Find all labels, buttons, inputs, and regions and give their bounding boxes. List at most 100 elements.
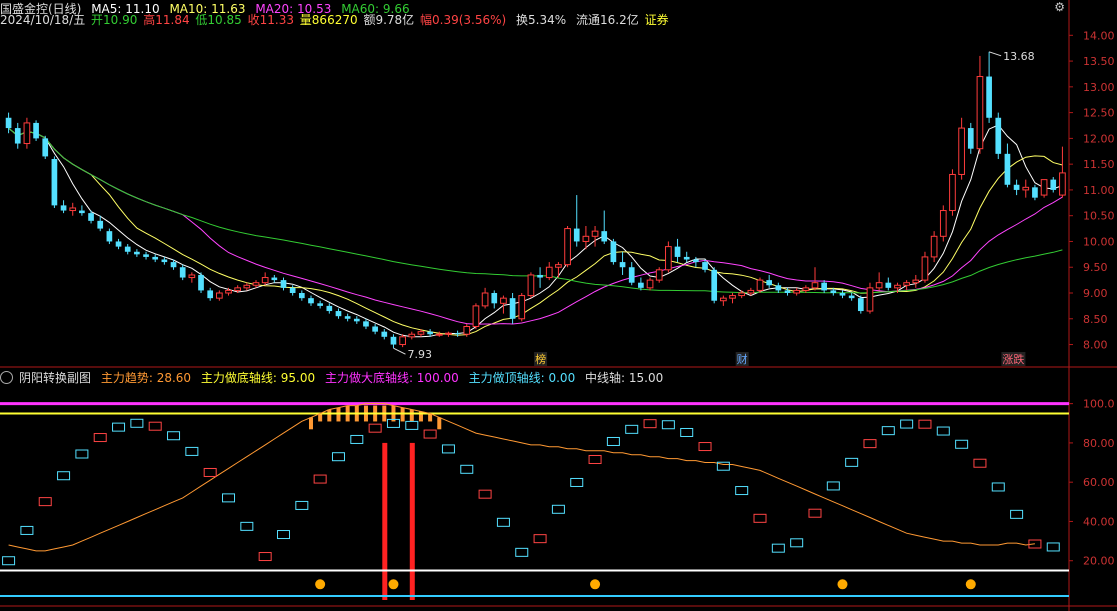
settings-gear-icon[interactable]: ⚙ <box>1054 0 1065 14</box>
candle-body <box>472 305 480 327</box>
price-tick-label: 9.50 <box>1083 261 1108 274</box>
candle-body <box>1040 179 1048 196</box>
strength-bar <box>327 409 332 422</box>
candle-body <box>252 282 260 286</box>
low-pointer <box>393 347 406 355</box>
candle-body <box>839 293 846 296</box>
candle-body <box>289 287 296 293</box>
signal-box <box>680 427 694 437</box>
price-tick-label: 13.00 <box>1083 81 1115 94</box>
signal-box <box>20 525 34 535</box>
candle-body <box>655 269 663 281</box>
signal-box <box>75 449 89 459</box>
candle-body <box>711 269 718 301</box>
candle-body <box>601 231 608 242</box>
high-label: 高11.84 <box>143 13 190 27</box>
price-tick-label: 12.00 <box>1083 132 1115 145</box>
signal-box <box>2 556 16 566</box>
big-bottom-axis-label: 主力做大底轴线: 100.00 <box>324 371 459 385</box>
candle-body <box>1004 153 1011 185</box>
candle-body <box>674 246 681 257</box>
ma10-line <box>8 127 1063 336</box>
quote-header: 2024/10/18/五 开10.90 高11.84 低10.85 收11.33… <box>0 11 675 28</box>
volume-label: 量866270 <box>299 13 358 27</box>
candle-body <box>481 292 489 307</box>
signal-box <box>735 486 749 496</box>
signal-box <box>533 534 547 544</box>
candle-body <box>537 274 543 278</box>
sub-tick-label: 60.00 <box>1083 476 1115 489</box>
sub-tick-label: 40.00 <box>1083 515 1115 528</box>
candle-body <box>463 326 471 335</box>
buy-dot <box>590 579 601 590</box>
signal-box <box>790 538 804 548</box>
candle-body <box>747 289 755 294</box>
trend-line <box>8 403 1035 552</box>
signal-box <box>625 424 639 434</box>
candle-body <box>912 279 920 284</box>
candle-body <box>784 290 791 293</box>
strength-bar <box>400 407 405 422</box>
signal-box <box>900 419 914 429</box>
candle-body <box>143 254 149 257</box>
price-tick-label: 10.00 <box>1083 235 1115 248</box>
signal-box <box>991 482 1005 492</box>
candle-body <box>170 262 177 268</box>
candle-body <box>51 159 58 206</box>
candle-body <box>427 331 433 335</box>
signal-box <box>588 454 602 464</box>
candle-body <box>69 207 77 212</box>
price-tick-label: 14.00 <box>1083 29 1115 42</box>
price-tick-label: 8.50 <box>1083 313 1108 326</box>
price-tick-label: 13.50 <box>1083 55 1115 68</box>
candle-body <box>124 246 131 252</box>
candle-body <box>207 290 214 299</box>
candle-body <box>1013 184 1020 190</box>
candle-body <box>930 235 938 258</box>
signal-box <box>222 493 236 503</box>
signal-box <box>112 422 126 432</box>
signal-box <box>240 521 254 531</box>
top-axis-label: 主力做顶轴线: 0.00 <box>468 371 576 385</box>
candle-body <box>97 220 104 229</box>
candle-body <box>885 282 892 288</box>
sector-label[interactable]: 证券 <box>645 13 669 27</box>
candle-body <box>106 231 113 242</box>
candle-body <box>14 128 21 144</box>
turnover-label: 换5.34% <box>516 13 567 27</box>
candle-body <box>491 293 498 304</box>
candle-body <box>875 282 883 289</box>
candle-body <box>225 289 232 294</box>
candle-body <box>134 251 140 255</box>
signal-box <box>276 530 290 540</box>
price-tick-label: 11.00 <box>1083 184 1115 197</box>
sub-name[interactable]: 阴阳转换副图 <box>19 371 91 385</box>
signal-box <box>661 420 675 430</box>
float-label: 流通16.2亿 <box>576 13 639 27</box>
signal-box <box>570 477 584 487</box>
candle-body <box>298 293 305 299</box>
candle-body <box>435 333 443 336</box>
candle-body <box>417 331 425 335</box>
candle-body <box>23 122 31 145</box>
candle-body <box>363 321 369 327</box>
candle-body <box>335 311 342 317</box>
indicator-toggle-icon[interactable] <box>0 371 13 384</box>
bottom-axis-label: 主力做底轴线: 95.00 <box>200 371 316 385</box>
candle-body <box>857 298 864 312</box>
event-marker: 涨跌 <box>1002 352 1024 366</box>
candle-body <box>591 230 599 237</box>
candle-body <box>326 305 333 312</box>
candle-body <box>683 256 690 260</box>
price-tick-label: 12.50 <box>1083 107 1115 120</box>
buy-dot <box>315 579 326 590</box>
candle-body <box>665 246 672 271</box>
candle-body <box>1059 172 1066 196</box>
candle-body <box>79 210 85 214</box>
candle-body <box>5 117 12 129</box>
price-chart[interactable]: 14.00 13.50 13.00 12.50 12.00 11.50 11.00 10.50… <box>0 0 1117 611</box>
signal-box <box>295 500 309 510</box>
signal-box <box>167 431 181 441</box>
candle-body <box>939 210 947 237</box>
date-label: 2024/10/18/五 <box>0 13 86 27</box>
